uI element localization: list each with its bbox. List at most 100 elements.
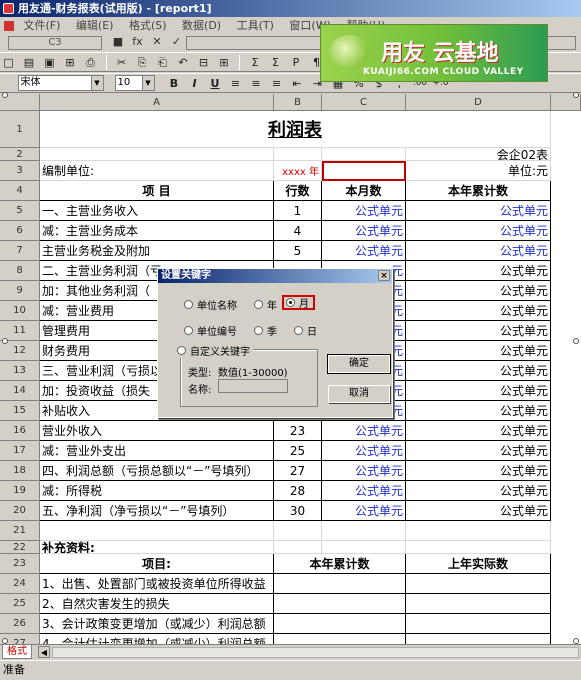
row-header[interactable]: 22 xyxy=(0,541,40,554)
cell-c24[interactable] xyxy=(274,574,406,594)
radio-dot[interactable] xyxy=(254,300,263,309)
cell-a20[interactable]: 五、净利润（净亏损以“－”号填列） xyxy=(40,501,274,521)
cell-a2[interactable] xyxy=(40,148,274,161)
cell-d2[interactable]: 会企02表 xyxy=(406,148,551,161)
insert-row-icon[interactable]: ⊟ xyxy=(195,54,212,71)
keyword-cell-c3[interactable] xyxy=(322,161,406,181)
cell-c19[interactable]: 公式单元 xyxy=(322,481,406,501)
cell-a3[interactable]: 编制单位: xyxy=(40,161,274,181)
font-select[interactable]: 宋体 ▼ xyxy=(17,75,104,91)
cell-b22[interactable] xyxy=(274,541,322,554)
chevron-down-icon[interactable]: ▼ xyxy=(90,76,103,90)
cell-d16[interactable]: 公式单元 xyxy=(406,421,551,441)
row-header[interactable]: 9 xyxy=(0,281,40,301)
column-header-a[interactable]: A xyxy=(40,94,274,111)
row-header[interactable]: 3 xyxy=(0,161,40,181)
cell-c2[interactable] xyxy=(322,148,406,161)
row-header[interactable]: 7 xyxy=(0,241,40,261)
cell-d14[interactable]: 公式单元 xyxy=(406,381,551,401)
cell-b7[interactable]: 5 xyxy=(274,241,322,261)
menu-file[interactable]: 文件(F) xyxy=(24,17,61,34)
cell-b18[interactable]: 27 xyxy=(274,461,322,481)
cell-a7[interactable]: 主营业务税金及附加 xyxy=(40,241,274,261)
cut-icon[interactable]: ✂ xyxy=(113,54,130,71)
underline-button[interactable]: U xyxy=(207,75,224,92)
close-icon[interactable]: × xyxy=(378,270,390,281)
cell-d27[interactable] xyxy=(406,634,551,644)
resize-handle-icon[interactable] xyxy=(2,338,8,344)
row-header[interactable]: 2 xyxy=(0,148,40,161)
radio-month[interactable]: 月 xyxy=(282,295,315,310)
preview-icon[interactable]: ⊞ xyxy=(62,54,79,71)
radio-dot[interactable] xyxy=(254,326,263,335)
row-header[interactable]: 6 xyxy=(0,221,40,241)
cell-b16[interactable]: 23 xyxy=(274,421,322,441)
menu-data[interactable]: 数据(D) xyxy=(182,17,221,34)
cell-b5[interactable]: 1 xyxy=(274,201,322,221)
resize-handle-icon[interactable] xyxy=(2,92,8,98)
radio-unit-name[interactable]: 单位名称 xyxy=(184,297,237,312)
radio-dot-selected[interactable] xyxy=(286,298,295,307)
cell-a19[interactable]: 减：所得税 xyxy=(40,481,274,501)
undo-icon[interactable]: ↶ xyxy=(175,54,192,71)
row-header[interactable]: 14 xyxy=(0,381,40,401)
radio-custom-keyword[interactable]: 自定义关键字 xyxy=(174,343,253,358)
italic-button[interactable]: I xyxy=(186,75,203,92)
resize-handle-icon[interactable] xyxy=(2,638,8,644)
chevron-down-icon[interactable]: ▼ xyxy=(141,76,154,90)
copy-icon[interactable]: ⎘ xyxy=(134,54,151,71)
cell-d22[interactable] xyxy=(406,541,551,554)
menu-tools[interactable]: 工具(T) xyxy=(237,17,274,34)
cell-b17[interactable]: 25 xyxy=(274,441,322,461)
cell-a23[interactable]: 项目: xyxy=(40,554,274,574)
cell-d10[interactable]: 公式单元 xyxy=(406,301,551,321)
row-header[interactable]: 15 xyxy=(0,401,40,421)
keyword-name-input[interactable] xyxy=(218,379,288,393)
cell-a27[interactable]: 4、会计估计变更增加（或减少）利润总额 xyxy=(40,634,274,644)
row-header[interactable]: 1 xyxy=(0,111,40,148)
cell-a16[interactable]: 营业外收入 xyxy=(40,421,274,441)
table-icon[interactable]: ■ xyxy=(110,35,126,48)
row-header[interactable]: 26 xyxy=(0,614,40,634)
cell-d13[interactable]: 公式单元 xyxy=(406,361,551,381)
menu-format[interactable]: 格式(S) xyxy=(129,17,167,34)
cell-c22[interactable] xyxy=(322,541,406,554)
sum-icon[interactable]: Σ xyxy=(247,54,264,71)
align-right-icon[interactable]: ≡ xyxy=(268,75,285,92)
cell-a5[interactable]: 一、主营业务收入 xyxy=(40,201,274,221)
cell-b4[interactable]: 行数 xyxy=(274,181,322,201)
cell-d4[interactable]: 本年累计数 xyxy=(406,181,551,201)
cell-a25[interactable]: 2、自然灾害发生的损失 xyxy=(40,594,274,614)
radio-dot[interactable] xyxy=(184,300,193,309)
cell-b19[interactable]: 28 xyxy=(274,481,322,501)
cell-c26[interactable] xyxy=(274,614,406,634)
cell-d24[interactable] xyxy=(406,574,551,594)
cell-a17[interactable]: 减：营业外支出 xyxy=(40,441,274,461)
row-header[interactable]: 24 xyxy=(0,574,40,594)
radio-day[interactable]: 日 xyxy=(294,323,317,338)
cell-d21[interactable] xyxy=(406,521,551,541)
cell-d26[interactable] xyxy=(406,614,551,634)
sum-all-icon[interactable]: Σ xyxy=(267,54,284,71)
cell-a22[interactable]: 补充资料: xyxy=(40,541,274,554)
cell-c17[interactable]: 公式单元 xyxy=(322,441,406,461)
cell-a4[interactable]: 项 目 xyxy=(40,181,274,201)
row-header[interactable]: 23 xyxy=(0,554,40,574)
radio-dot[interactable] xyxy=(184,326,193,335)
cell-d20[interactable]: 公式单元 xyxy=(406,501,551,521)
cell-d6[interactable]: 公式单元 xyxy=(406,221,551,241)
row-header[interactable]: 25 xyxy=(0,594,40,614)
cell-a1[interactable]: 利润表 xyxy=(40,111,551,148)
cell-reference-box[interactable]: C3 xyxy=(8,36,102,50)
cell-d3[interactable]: 单位:元 xyxy=(406,161,551,181)
cell-c7[interactable]: 公式单元 xyxy=(322,241,406,261)
cell-c21[interactable] xyxy=(322,521,406,541)
indent-left-icon[interactable]: ⇤ xyxy=(289,75,306,92)
bold-button[interactable]: B xyxy=(166,75,183,92)
row-header[interactable]: 21 xyxy=(0,521,40,541)
cell-d7[interactable]: 公式单元 xyxy=(406,241,551,261)
cancel-icon[interactable]: ✕ xyxy=(149,35,165,48)
cell-a24[interactable]: 1、出售、处置部门或被投资单位所得收益 xyxy=(40,574,274,594)
row-header[interactable]: 8 xyxy=(0,261,40,281)
resize-handle-icon[interactable] xyxy=(573,338,579,344)
